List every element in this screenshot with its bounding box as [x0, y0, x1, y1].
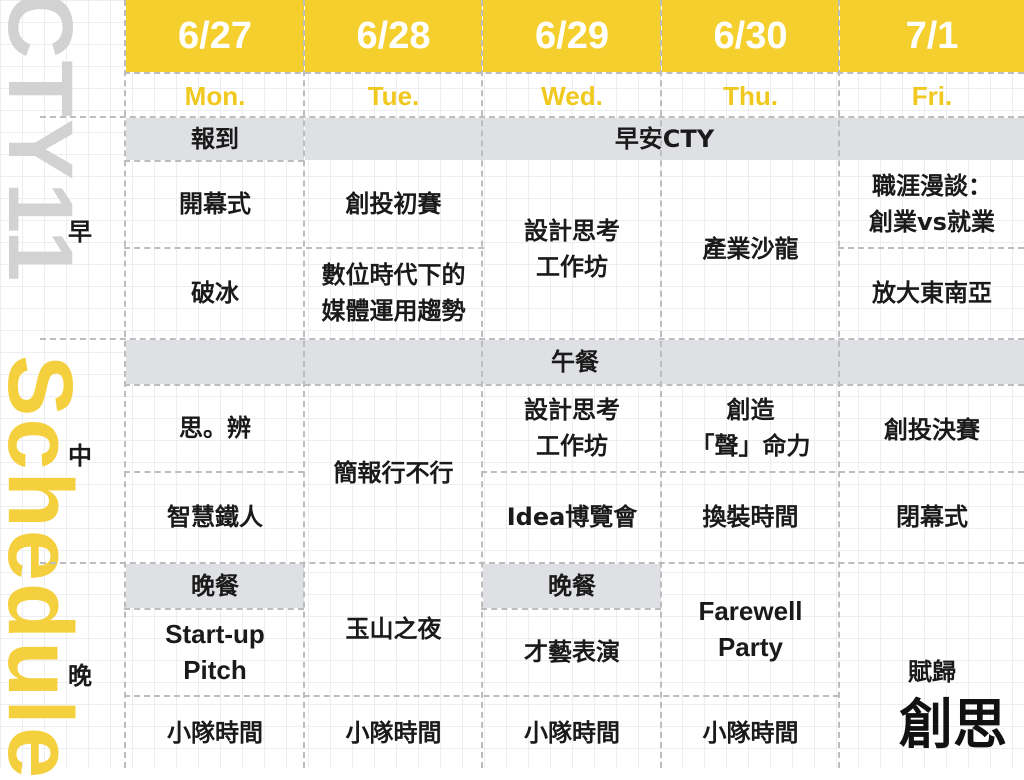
- grid-line: [838, 247, 1024, 249]
- event-design-thinking: 設計思考 工作坊: [524, 217, 620, 281]
- grid-line: [40, 562, 1024, 564]
- event-lunch: 午餐: [126, 340, 1024, 384]
- event-yushan-night: 玉山之夜: [345, 615, 442, 643]
- grid-line: [124, 608, 304, 610]
- event-talent-show: 才藝表演: [524, 638, 620, 666]
- event-idea-expo: Idea博覽會: [506, 503, 638, 531]
- event-ironman: 智慧鐵人: [167, 503, 263, 531]
- event-voice: 創造 「聲」命力: [690, 396, 811, 460]
- event-team-time: 小隊時間: [345, 719, 442, 747]
- event-design-thinking-2: 設計思考 工作坊: [524, 396, 620, 460]
- grid-line: [40, 338, 1024, 340]
- grid-line: [481, 608, 661, 610]
- grid-line: [124, 471, 304, 473]
- weekday-label: Thu.: [723, 81, 778, 111]
- grid-line: [124, 72, 1024, 74]
- event-industry-salon: 產業沙龍: [702, 235, 799, 263]
- event-good-morning: 早安CTY: [305, 118, 1024, 160]
- event-opening: 開幕式: [179, 190, 251, 218]
- event-southeast-asia: 放大東南亞: [872, 279, 992, 307]
- date-cell: 6/27: [126, 0, 304, 72]
- side-title-schedule: Schedule: [0, 355, 91, 780]
- logo-text: 創思: [899, 692, 1007, 755]
- event-presentation: 簡報行不行: [333, 459, 454, 487]
- weekday-label: Mon.: [184, 81, 246, 111]
- period-label-night: 晚: [68, 662, 92, 690]
- grid-line: [124, 160, 304, 162]
- date-cell: 6/30: [662, 0, 839, 72]
- grid-line: [124, 695, 839, 697]
- event-startup-pitch: Start-up Pitch: [165, 619, 265, 685]
- event-costume: 換裝時間: [702, 503, 799, 531]
- event-team-time: 小隊時間: [167, 719, 263, 747]
- event-debate: 思。辨: [179, 414, 251, 442]
- event-career-talk: 職涯漫談： 創業vs就業: [869, 172, 995, 236]
- grid-line: [124, 247, 484, 249]
- period-label-morning: 早: [68, 218, 92, 246]
- logo-art: 創思: [899, 692, 1007, 756]
- event-checkin: 報到: [126, 118, 304, 160]
- event-team-time: 小隊時間: [702, 719, 799, 747]
- event-dinner-wed: 晚餐: [483, 564, 661, 608]
- date-cell: 7/1: [840, 0, 1024, 72]
- weekday-label: Tue.: [367, 81, 420, 111]
- date-cell: 6/29: [483, 0, 661, 72]
- period-label-noon: 中: [68, 442, 92, 470]
- event-dinner-mon: 晚餐: [126, 564, 304, 608]
- logo: 創思: [895, 683, 1015, 756]
- event-icebreak: 破冰: [191, 279, 239, 307]
- grid-line: [124, 384, 1024, 386]
- weekday-label: Fri.: [911, 81, 953, 111]
- event-vc-final: 創投決賽: [884, 416, 980, 444]
- grid-line: [481, 471, 1024, 473]
- event-farewell-party: Farewell Party: [698, 596, 803, 662]
- weekday-label: Wed.: [541, 81, 603, 111]
- event-closing: 閉幕式: [896, 503, 968, 531]
- event-vc-prelim: 創投初賽: [345, 190, 442, 218]
- event-digital-media: 數位時代下的 媒體運用趨勢: [321, 261, 466, 325]
- date-cell: 6/28: [305, 0, 482, 72]
- event-team-time: 小隊時間: [524, 719, 620, 747]
- grid-line: [40, 116, 1024, 118]
